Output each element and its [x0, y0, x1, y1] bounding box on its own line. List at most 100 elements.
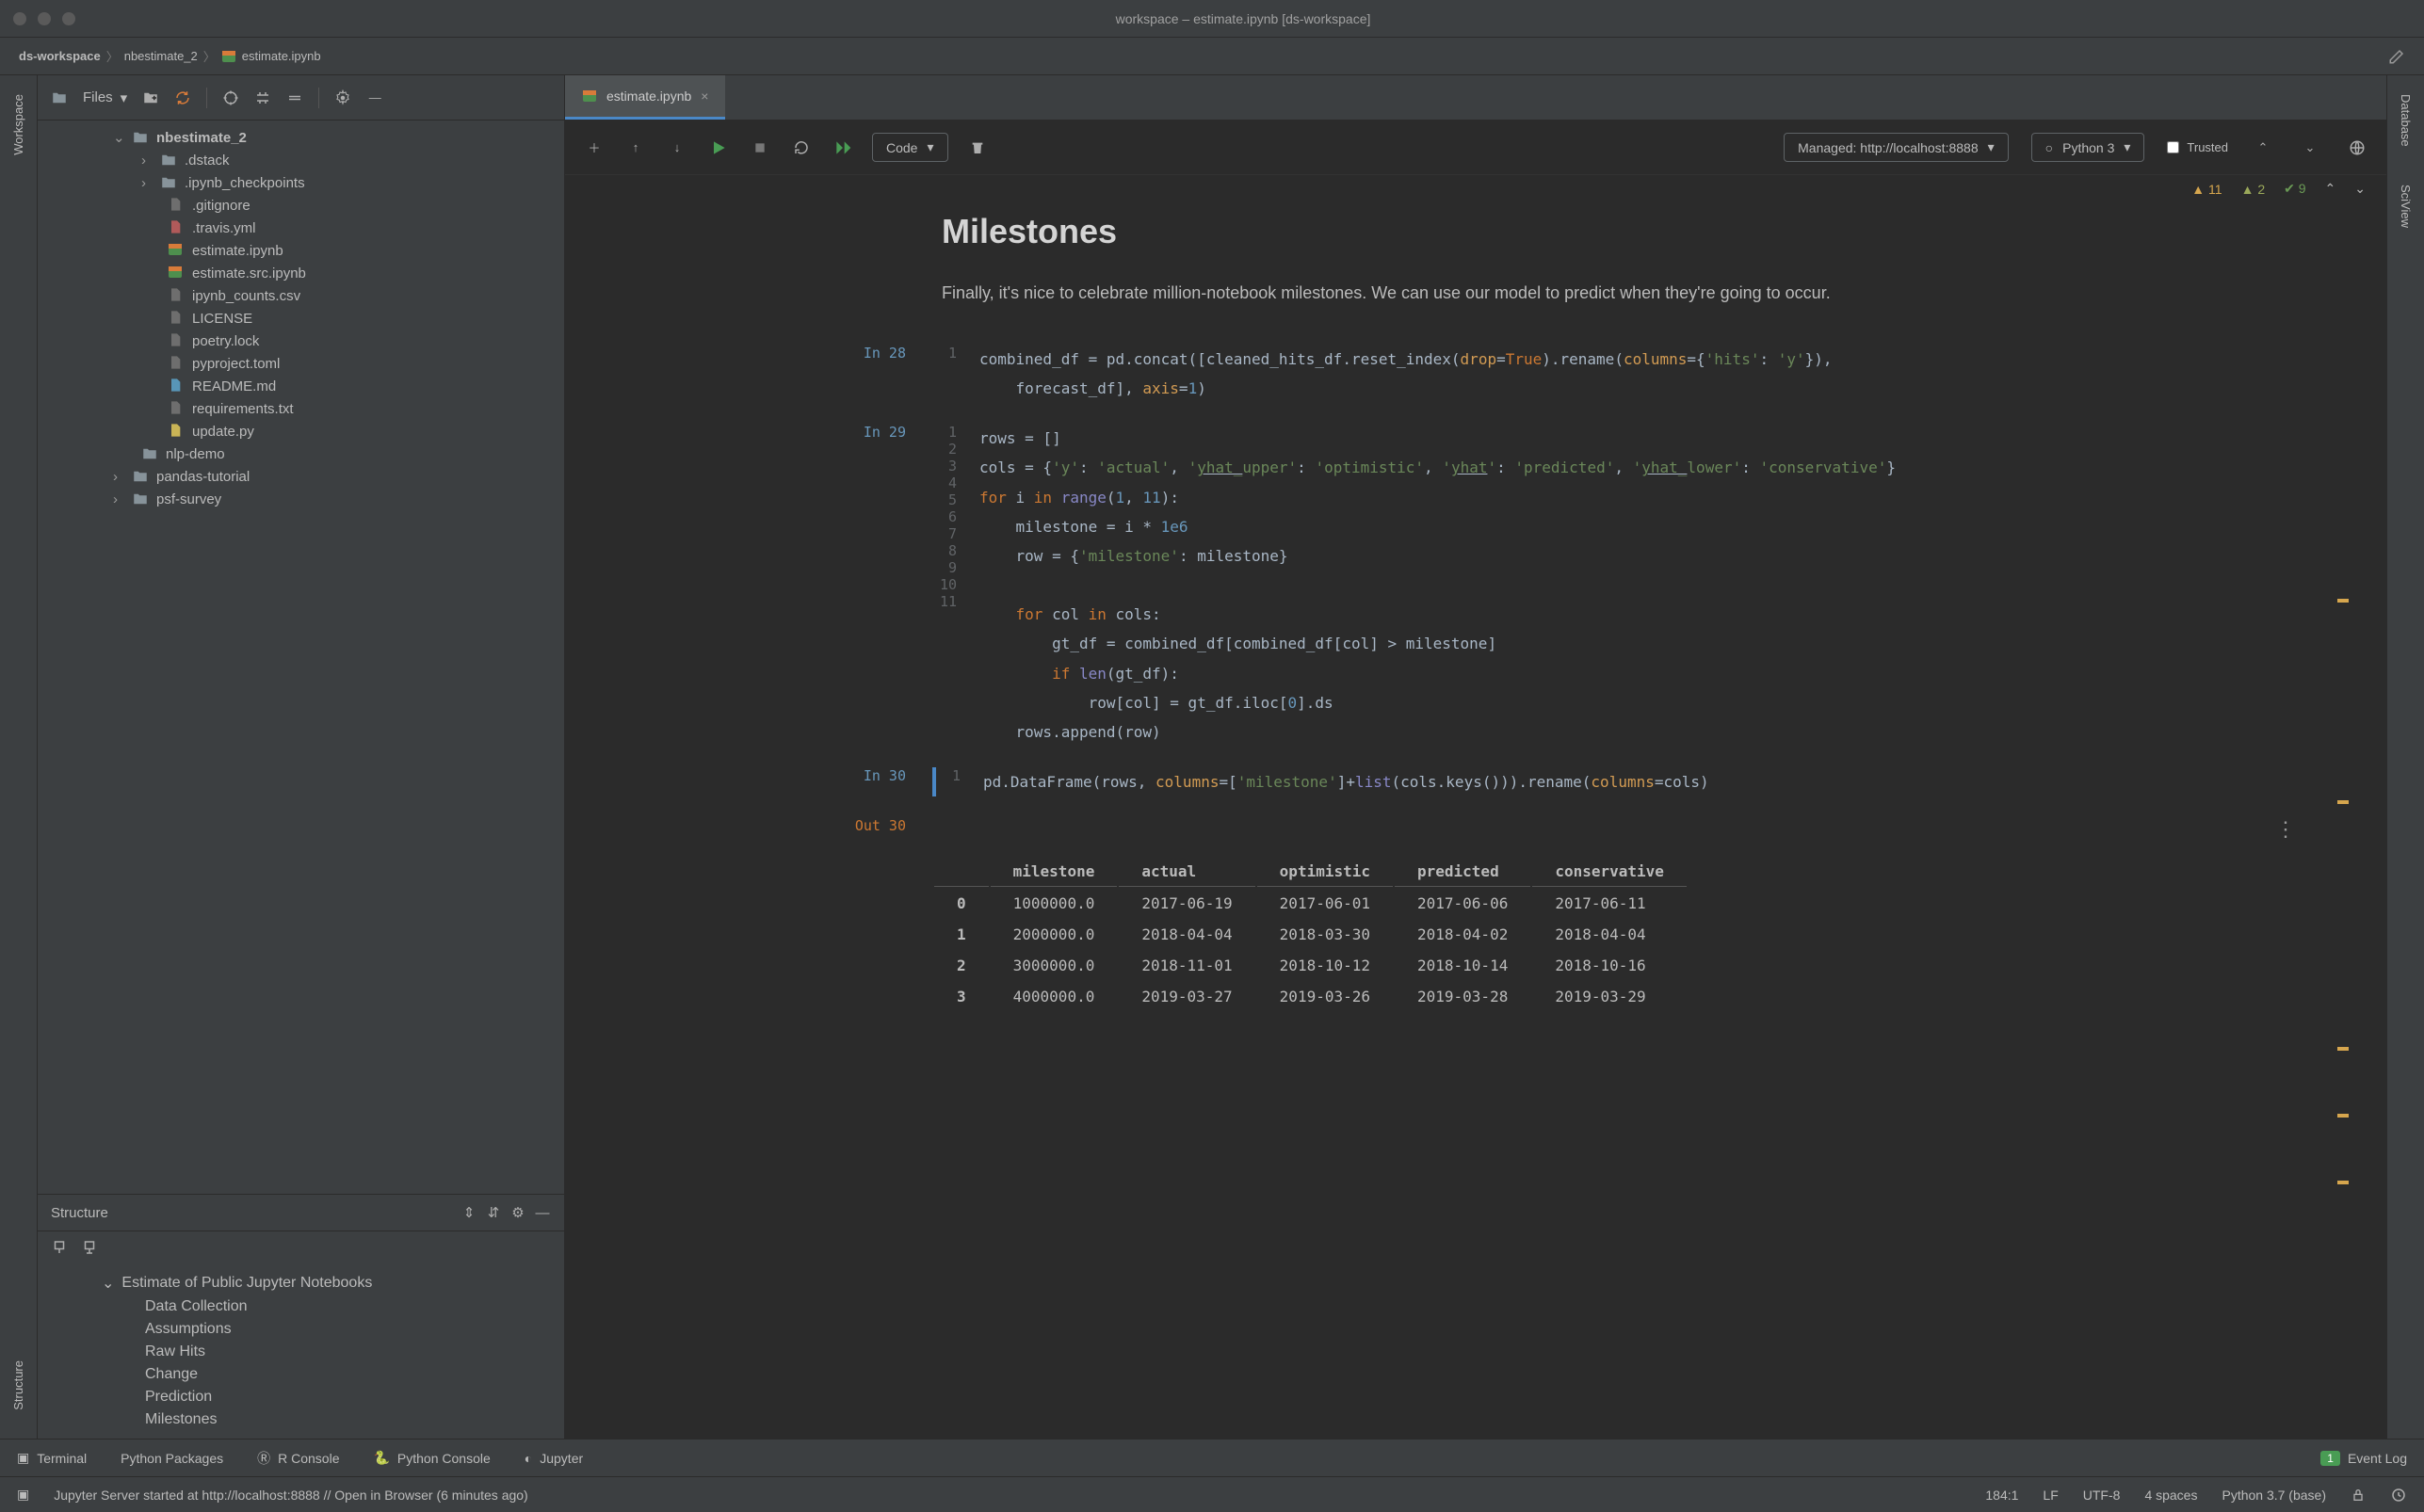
gear-icon[interactable]: ⚙ — [509, 1204, 526, 1221]
expand-icon[interactable]: ⇕ — [461, 1204, 477, 1221]
encoding[interactable]: UTF-8 — [2083, 1488, 2121, 1503]
close-window-button[interactable] — [13, 12, 26, 25]
terminal-tab[interactable]: ▣Terminal — [17, 1450, 87, 1466]
tree-file[interactable]: .travis.yml — [38, 217, 564, 239]
tree-file[interactable]: .gitignore — [38, 194, 564, 217]
tree-folder[interactable]: › .dstack — [38, 149, 564, 171]
interpreter[interactable]: Python 3.7 (base) — [2222, 1488, 2326, 1503]
indent-setting[interactable]: 4 spaces — [2144, 1488, 2197, 1503]
tree-file[interactable]: ipynb_counts.csv — [38, 284, 564, 307]
delete-cell-button[interactable] — [965, 136, 990, 160]
tab-estimate[interactable]: estimate.ipynb × — [565, 75, 725, 120]
structure-item[interactable]: Raw Hits — [51, 1341, 551, 1363]
lock-icon[interactable] — [2351, 1488, 2366, 1503]
maximize-window-button[interactable] — [62, 12, 75, 25]
kernel-select[interactable]: ○ Python 3 ▾ — [2031, 133, 2145, 162]
workspace-tab[interactable]: Workspace — [11, 85, 25, 165]
chevron-down-icon[interactable]: ⌄ — [2354, 181, 2366, 197]
pin-icon[interactable] — [51, 1239, 68, 1256]
target-icon[interactable] — [222, 89, 239, 106]
event-log[interactable]: 1 Event Log — [2320, 1451, 2407, 1466]
database-tab[interactable]: Database — [2399, 85, 2413, 156]
weak-warning-icon[interactable]: ▲ 2 — [2241, 182, 2266, 197]
structure-item[interactable]: Data Collection — [51, 1295, 551, 1318]
memory-indicator-icon[interactable] — [2390, 1487, 2407, 1504]
ok-icon[interactable]: ✔ 9 — [2284, 181, 2305, 197]
gear-icon[interactable] — [334, 89, 351, 106]
tree-folder[interactable]: nlp-demo — [38, 442, 564, 465]
tree-file[interactable]: requirements.txt — [38, 397, 564, 420]
collapse-icon[interactable]: ⇵ — [485, 1204, 502, 1221]
refresh-icon[interactable] — [174, 89, 191, 106]
stripe-mark[interactable] — [2337, 599, 2349, 603]
run-all-button[interactable] — [831, 136, 855, 160]
chevron-up-icon[interactable]: ⌃ — [2251, 136, 2275, 160]
folder-icon — [160, 152, 177, 169]
sciview-tab[interactable]: SciView — [2399, 175, 2413, 237]
breadcrumb-item[interactable]: nbestimate_2 — [124, 49, 198, 63]
minimize-panel-icon[interactable]: — — [534, 1204, 551, 1221]
structure-item[interactable]: Change — [51, 1363, 551, 1386]
chevron-down-icon[interactable]: ⌄ — [2298, 136, 2322, 160]
stop-button[interactable] — [748, 136, 772, 160]
tree-folder[interactable]: ›psf-survey — [38, 488, 564, 510]
warning-icon[interactable]: ▲ 11 — [2191, 182, 2222, 197]
structure-item[interactable]: Milestones — [51, 1408, 551, 1431]
tree-file[interactable]: estimate.ipynb — [38, 239, 564, 262]
chevron-right-icon: › — [141, 153, 153, 169]
structure-tab[interactable]: Structure — [11, 1351, 25, 1420]
structure-item[interactable]: Prediction — [51, 1386, 551, 1408]
expand-icon[interactable] — [254, 89, 271, 106]
stripe-mark[interactable] — [2337, 1047, 2349, 1051]
structure-root[interactable]: ⌄ Estimate of Public Jupyter Notebooks — [51, 1271, 551, 1295]
close-tab-icon[interactable]: × — [701, 88, 708, 104]
trusted-checkbox[interactable]: Trusted — [2167, 140, 2228, 154]
tree-file[interactable]: update.py — [38, 420, 564, 442]
tree-file[interactable]: pyproject.toml — [38, 352, 564, 375]
jupyter-tab[interactable]: ◐Jupyter — [525, 1451, 583, 1466]
stripe-mark[interactable] — [2337, 800, 2349, 804]
python-packages-tab[interactable]: Python Packages — [121, 1451, 223, 1466]
cursor-position[interactable]: 184:1 — [1985, 1488, 2018, 1503]
tree-file[interactable]: README.md — [38, 375, 564, 397]
cell-type-select[interactable]: Code ▾ — [872, 133, 948, 162]
trusted-input[interactable] — [2167, 141, 2179, 153]
chevron-down-icon: ▾ — [2124, 139, 2130, 155]
new-folder-icon[interactable] — [142, 89, 159, 106]
tree-folder[interactable]: ›pandas-tutorial — [38, 465, 564, 488]
breadcrumb-root[interactable]: ds-workspace — [19, 49, 101, 63]
more-icon[interactable]: ⋮ — [2275, 817, 2296, 842]
run-cell-button[interactable] — [706, 136, 731, 160]
link-icon[interactable] — [81, 1239, 98, 1256]
minimize-panel-icon[interactable]: — — [366, 89, 383, 106]
breadcrumb-file[interactable]: estimate.ipynb — [242, 49, 321, 63]
line-ending[interactable]: LF — [2043, 1488, 2058, 1503]
chevron-up-icon[interactable]: ⌃ — [2325, 181, 2336, 197]
tree-file[interactable]: estimate.src.ipynb — [38, 262, 564, 284]
tree-file[interactable]: LICENSE — [38, 307, 564, 330]
code-cell-30[interactable]: In 30 1 pd.DataFrame(rows, columns=['mil… — [603, 767, 2349, 796]
tree-folder-root[interactable]: ⌄ nbestimate_2 — [38, 126, 564, 149]
code-cell-28[interactable]: In 28 1 combined_df = pd.concat([cleaned… — [603, 345, 2349, 403]
text-file-icon — [168, 332, 185, 349]
globe-icon[interactable] — [2345, 136, 2369, 160]
code-cell-29[interactable]: In 29 1234567891011 rows = [] cols = {'y… — [603, 424, 2349, 747]
collapse-icon[interactable] — [286, 89, 303, 106]
output-cell-30: Out 30 ⋮ — [603, 817, 2349, 834]
tree-file[interactable]: poetry.lock — [38, 330, 564, 352]
r-console-tab[interactable]: ⓇR Console — [257, 1449, 339, 1468]
move-down-button[interactable]: ↓ — [665, 136, 689, 160]
add-cell-button[interactable]: ＋ — [582, 136, 606, 160]
minimize-window-button[interactable] — [38, 12, 51, 25]
stripe-mark[interactable] — [2337, 1114, 2349, 1118]
edit-icon[interactable] — [2388, 48, 2405, 65]
python-console-tab[interactable]: 🐍Python Console — [373, 1450, 490, 1466]
code-line: for i in range(1, 11): — [970, 483, 2349, 512]
managed-server-select[interactable]: Managed: http://localhost:8888 ▾ — [1784, 133, 2009, 162]
structure-item[interactable]: Assumptions — [51, 1318, 551, 1341]
stripe-mark[interactable] — [2337, 1181, 2349, 1184]
tree-folder[interactable]: › .ipynb_checkpoints — [38, 171, 564, 194]
restart-button[interactable] — [789, 136, 814, 160]
move-up-button[interactable]: ↑ — [623, 136, 648, 160]
files-dropdown[interactable]: Files ▾ — [83, 89, 127, 106]
